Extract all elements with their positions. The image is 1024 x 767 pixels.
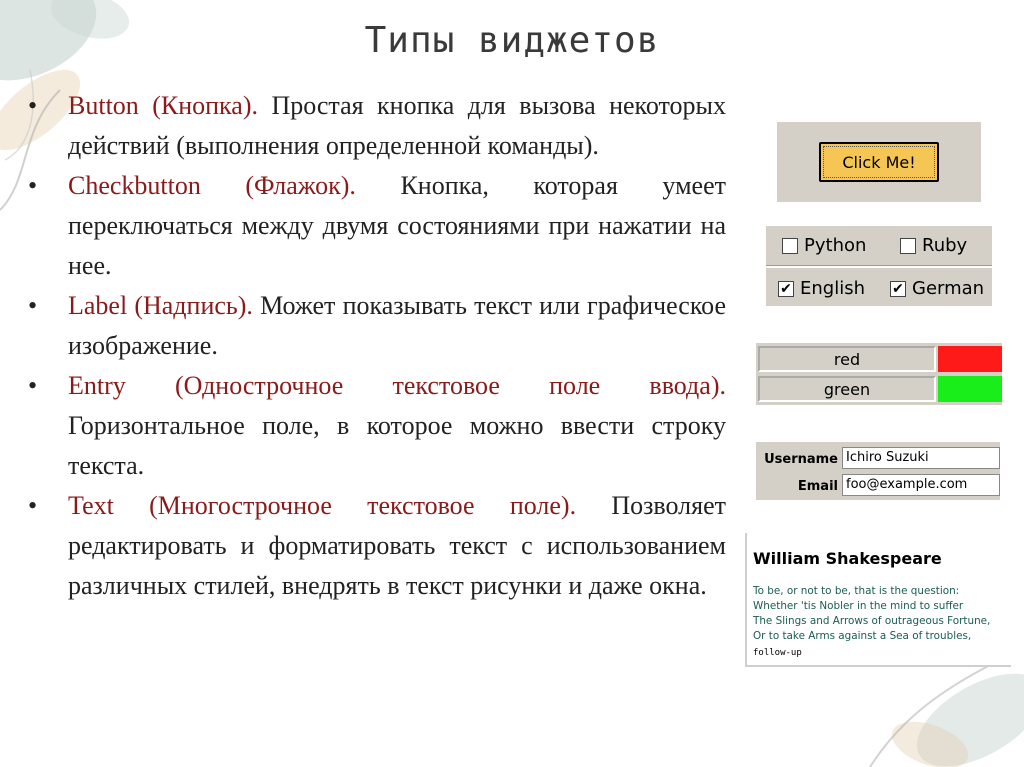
bullet-marker: • — [28, 171, 38, 200]
checkbox-german[interactable]: ✔ — [890, 280, 906, 297]
checkbutton-english[interactable]: ✔ English — [778, 278, 865, 299]
label-widget-sample: red green — [756, 343, 1002, 405]
click-me-label: Click Me! — [842, 152, 916, 172]
entry-widget-sample: Username Ichiro Suzuki Email foo@example… — [756, 442, 1000, 500]
email-field[interactable]: foo@example.com — [842, 474, 1000, 496]
slide-title: Типы виджетов — [364, 20, 660, 61]
term-entry: Entry (Однострочное текстовое поле ввода… — [68, 371, 726, 400]
checkbutton-separator — [766, 265, 992, 268]
checkbutton-german-label: German — [912, 278, 985, 299]
label-red: red — [758, 346, 936, 372]
checkbutton-german[interactable]: ✔ German — [890, 278, 984, 299]
color-swatch-green — [938, 376, 1002, 402]
text-heading: William Shakespeare — [753, 549, 942, 568]
bullet-marker: • — [28, 291, 38, 320]
username-field[interactable]: Ichiro Suzuki — [842, 447, 1000, 469]
checkbox-ruby[interactable] — [900, 237, 916, 254]
click-me-button[interactable]: Click Me! — [819, 142, 939, 182]
checkbutton-python-label: Python — [804, 235, 867, 256]
checkbox-python[interactable] — [782, 237, 798, 254]
list-item-label: • Label (Надпись). Может показывать текст… — [28, 286, 726, 366]
text-line: Or to take Arms against a Sea of trouble… — [753, 630, 972, 642]
button-widget-sample: Click Me! — [777, 122, 981, 202]
text-line: Whether 'tis Nobler in the mind to suffe… — [753, 600, 964, 612]
list-item-button: • Button (Кнопка). Простая кнопка для выз… — [28, 86, 726, 166]
term-button: Button (Кнопка). — [68, 91, 258, 120]
term-checkbutton: Checkbutton (Флажок). — [68, 171, 356, 200]
list-item-entry: • Entry (Однострочное текстовое поле ввод… — [28, 366, 726, 486]
label-green-text: green — [823, 379, 871, 399]
checkbutton-ruby-label: Ruby — [922, 235, 968, 256]
color-swatch-red — [938, 346, 1002, 372]
checkbutton-widget-sample: Python Ruby ✔ English ✔ German — [766, 226, 992, 306]
widget-type-list: • Button (Кнопка). Простая кнопка для выз… — [28, 86, 726, 606]
text-line: The Slings and Arrows of outrageous Fort… — [753, 615, 991, 627]
term-text: Text (Многострочное текстовое поле). — [68, 491, 577, 520]
bullet-marker: • — [28, 491, 38, 520]
checkbox-english[interactable]: ✔ — [778, 280, 794, 297]
label-red-text: red — [833, 349, 861, 369]
list-item-text: • Text (Многострочное текстовое поле). По… — [28, 486, 726, 606]
bullet-marker: • — [28, 91, 38, 120]
checkbutton-python[interactable]: Python — [782, 235, 866, 256]
text-line: To be, or not to be, that is the questio… — [753, 585, 960, 597]
email-label: Email — [797, 479, 838, 494]
list-item-checkbutton: • Checkbutton (Флажок). Кнопка, которая у… — [28, 166, 726, 286]
term-label: Label (Надпись). — [68, 291, 253, 320]
checkbutton-english-label: English — [800, 278, 865, 299]
checkbutton-ruby[interactable]: Ruby — [900, 235, 967, 256]
bullet-marker: • — [28, 371, 38, 400]
text-widget-sample[interactable]: William Shakespeare To be, or not to be,… — [745, 533, 1011, 667]
description-entry: Горизонтальное поле, в которое можно вве… — [68, 411, 726, 480]
text-footer: follow-up — [753, 648, 802, 658]
username-label: Username — [764, 452, 838, 467]
label-green: green — [758, 376, 936, 402]
